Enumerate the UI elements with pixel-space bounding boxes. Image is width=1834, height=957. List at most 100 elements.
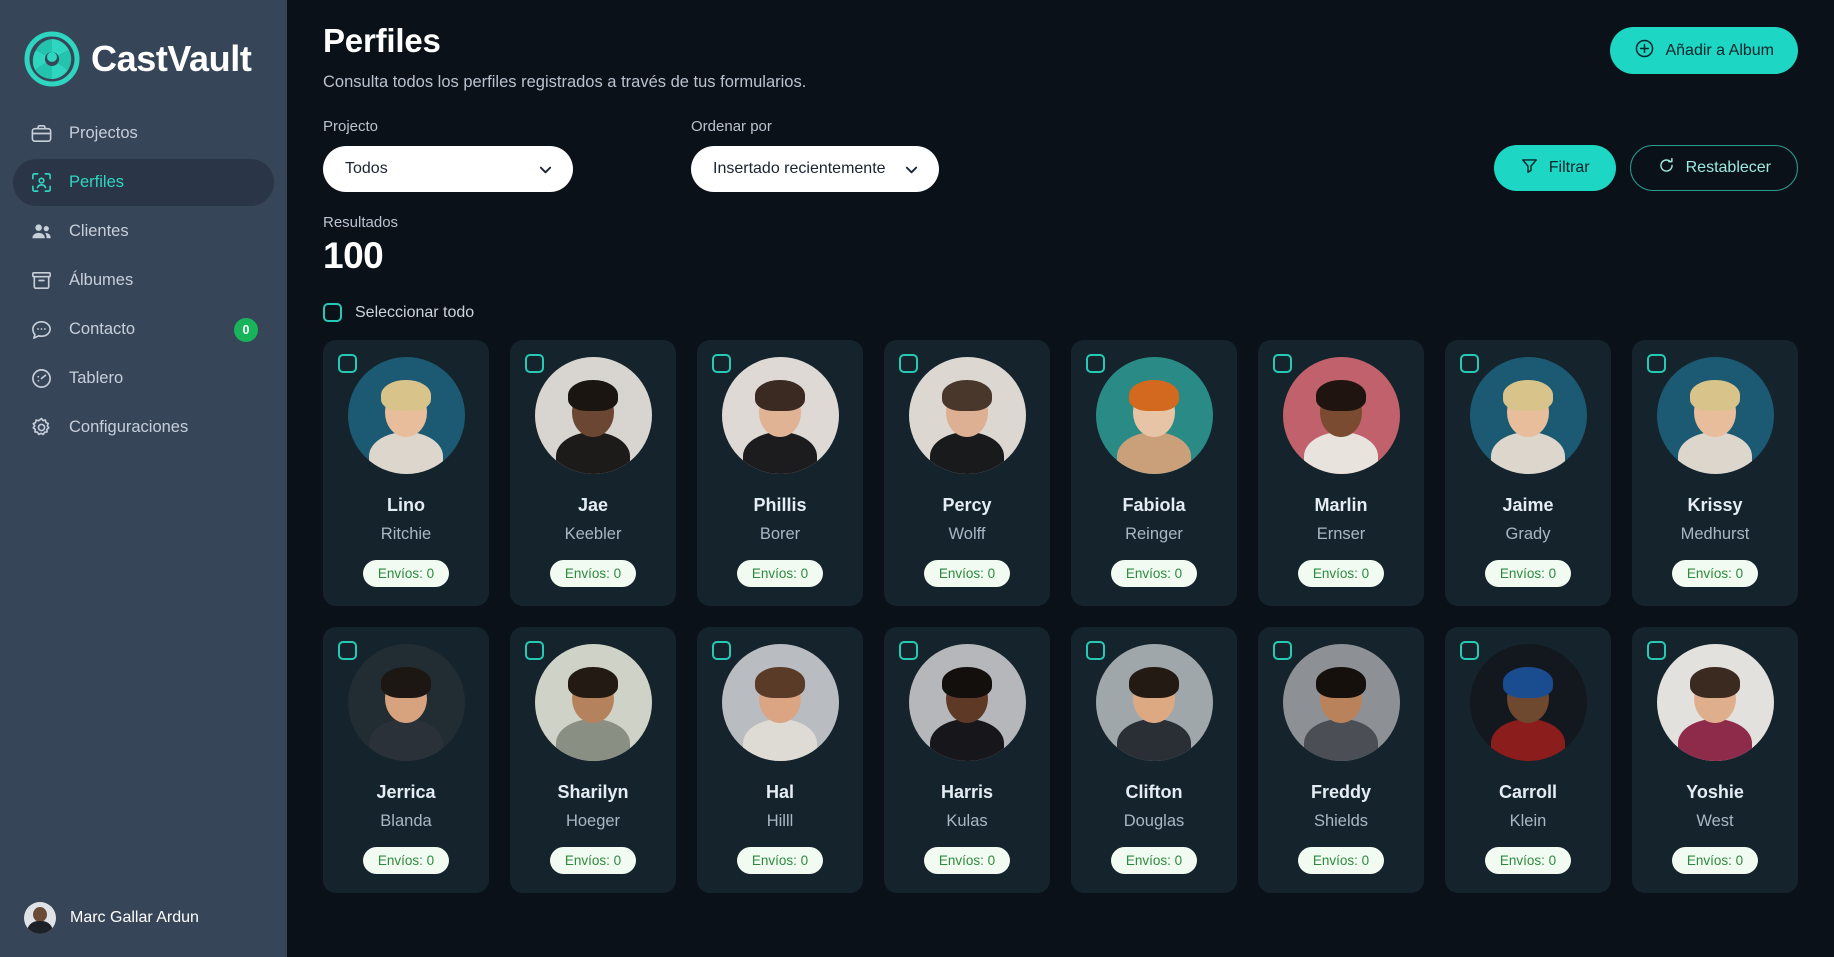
filter-button-label: Filtrar <box>1548 159 1590 176</box>
avatar <box>1469 643 1587 761</box>
sort-field: Ordenar por Insertado recientemente <box>691 118 939 192</box>
profile-last-name: Keebler <box>564 524 622 543</box>
sidebar-item-label: Perfiles <box>69 173 125 191</box>
sidebar-nav: Projectos Perfiles Clientes Álbumes Cont… <box>0 110 287 451</box>
project-select-value: Todos <box>345 160 388 177</box>
page-title: Perfiles <box>323 22 441 59</box>
avatar <box>347 643 465 761</box>
sidebar-user[interactable]: Marc Gallar Ardun <box>0 879 287 957</box>
avatar <box>1095 357 1213 474</box>
results-summary: Resultados 100 <box>323 214 1798 277</box>
profile-first-name: Clifton <box>1125 781 1183 802</box>
add-to-album-label: Añadir a Album <box>1665 41 1774 59</box>
brand[interactable]: CastVault <box>0 0 287 96</box>
sidebar-item-tablero[interactable]: Tablero <box>13 355 274 402</box>
profile-envios-badge: Envíos: 0 <box>1110 559 1198 587</box>
profile-card[interactable]: Lino Ritchie Envíos: 0 <box>323 340 489 606</box>
profile-first-name: Fabiola <box>1122 495 1186 515</box>
profile-card[interactable]: Percy Wolff Envíos: 0 <box>884 340 1050 606</box>
profile-first-name: Jaime <box>1502 495 1554 515</box>
profile-card[interactable]: Carroll Klein Envíos: 0 <box>1445 626 1611 893</box>
select-all-row[interactable]: Seleccionar todo <box>323 303 1798 322</box>
profile-envios-badge: Envíos: 0 <box>362 846 450 874</box>
profile-last-name: Hilll <box>766 811 794 830</box>
profile-card[interactable]: Freddy Shields Envíos: 0 <box>1258 626 1424 893</box>
profile-card[interactable]: Jae Keebler Envíos: 0 <box>510 340 676 606</box>
profile-envios-badge: Envíos: 0 <box>1297 559 1385 587</box>
app-root: CastVault Projectos Perfiles Clientes Ál… <box>0 0 1834 957</box>
profile-first-name: Hal <box>765 781 794 802</box>
sort-select-value: Insertado recientemente <box>713 160 886 177</box>
profile-last-name: Wolff <box>948 524 986 543</box>
profile-envios-badge: Envíos: 0 <box>362 559 450 587</box>
avatar <box>534 357 652 474</box>
funnel-icon <box>1520 156 1539 180</box>
sidebar: CastVault Projectos Perfiles Clientes Ál… <box>0 0 287 957</box>
profile-card[interactable]: Phillis Borer Envíos: 0 <box>697 340 863 606</box>
main-content: Perfiles Consulta todos los perfiles reg… <box>287 0 1834 957</box>
avatar <box>1095 643 1213 761</box>
profile-last-name: Grady <box>1505 524 1551 543</box>
avatar <box>1282 643 1400 761</box>
avatar <box>534 643 652 761</box>
profile-first-name: Krissy <box>1687 495 1743 515</box>
sidebar-item-perfiles[interactable]: Perfiles <box>13 159 274 206</box>
sidebar-item-albumes[interactable]: Álbumes <box>13 257 274 304</box>
profile-envios-badge: Envíos: 0 <box>1110 846 1198 874</box>
plus-circle-icon <box>1634 38 1655 64</box>
profile-envios-badge: Envíos: 0 <box>1297 846 1385 874</box>
profile-first-name: Lino <box>387 495 425 515</box>
avatar <box>347 357 465 474</box>
profile-first-name: Phillis <box>753 495 807 515</box>
sidebar-item-clientes[interactable]: Clientes <box>13 208 274 255</box>
results-count: 100 <box>323 235 384 276</box>
profile-last-name: Ritchie <box>380 524 432 543</box>
profile-envios-badge: Envíos: 0 <box>549 846 637 874</box>
profile-card[interactable]: Clifton Douglas Envíos: 0 <box>1071 626 1237 893</box>
archive-box-icon <box>29 269 53 293</box>
profile-envios-badge: Envíos: 0 <box>1484 559 1572 587</box>
select-all-checkbox[interactable] <box>323 303 342 322</box>
profile-card[interactable]: Krissy Medhurst Envíos: 0 <box>1632 340 1798 606</box>
profile-last-name: Kulas <box>946 811 988 830</box>
profile-frame-icon <box>29 171 53 195</box>
profile-first-name: Marlin <box>1314 495 1368 515</box>
profile-first-name: Sharilyn <box>557 781 629 802</box>
profile-last-name: Ernser <box>1316 524 1366 543</box>
briefcase-icon <box>29 122 53 146</box>
avatar <box>1282 357 1400 474</box>
profile-card[interactable]: Hal Hilll Envíos: 0 <box>697 626 863 893</box>
profile-card[interactable]: Marlin Ernser Envíos: 0 <box>1258 340 1424 606</box>
sidebar-item-label: Clientes <box>69 222 129 240</box>
sidebar-item-projectos[interactable]: Projectos <box>13 110 274 157</box>
profile-card[interactable]: Yoshie West Envíos: 0 <box>1632 626 1798 893</box>
profile-card[interactable]: Sharilyn Hoeger Envíos: 0 <box>510 626 676 893</box>
profile-first-name: Yoshie <box>1686 781 1744 802</box>
profile-first-name: Harris <box>940 781 994 802</box>
sidebar-item-contacto[interactable]: Contacto 0 <box>13 306 274 353</box>
profile-last-name: West <box>1696 811 1734 830</box>
profile-envios-badge: Envíos: 0 <box>736 559 824 587</box>
profile-envios-badge: Envíos: 0 <box>1671 559 1759 587</box>
profile-last-name: Medhurst <box>1680 524 1750 543</box>
avatar <box>908 357 1026 474</box>
brand-name: CastVault <box>91 38 252 79</box>
profile-envios-badge: Envíos: 0 <box>923 559 1011 587</box>
project-select[interactable]: Todos <box>323 146 573 192</box>
select-all-label: Seleccionar todo <box>355 303 475 321</box>
chevron-down-icon <box>904 162 919 177</box>
reset-button[interactable]: Restablecer <box>1629 145 1798 191</box>
filter-button[interactable]: Filtrar <box>1493 145 1616 191</box>
contacto-badge: 0 <box>234 317 258 342</box>
add-to-album-button[interactable]: Añadir a Album <box>1610 27 1798 74</box>
profile-card[interactable]: Harris Kulas Envíos: 0 <box>884 626 1050 893</box>
profile-last-name: Blanda <box>380 811 432 830</box>
sort-select[interactable]: Insertado recientemente <box>691 146 939 192</box>
profile-card[interactable]: Jaime Grady Envíos: 0 <box>1445 340 1611 606</box>
profile-card[interactable]: Fabiola Reinger Envíos: 0 <box>1071 340 1237 606</box>
sidebar-item-configuraciones[interactable]: Configuraciones <box>13 404 274 451</box>
profile-card[interactable]: Jerrica Blanda Envíos: 0 <box>323 626 489 893</box>
profile-last-name: Douglas <box>1123 811 1185 830</box>
avatar <box>908 643 1026 761</box>
project-field: Projecto Todos <box>323 118 573 192</box>
